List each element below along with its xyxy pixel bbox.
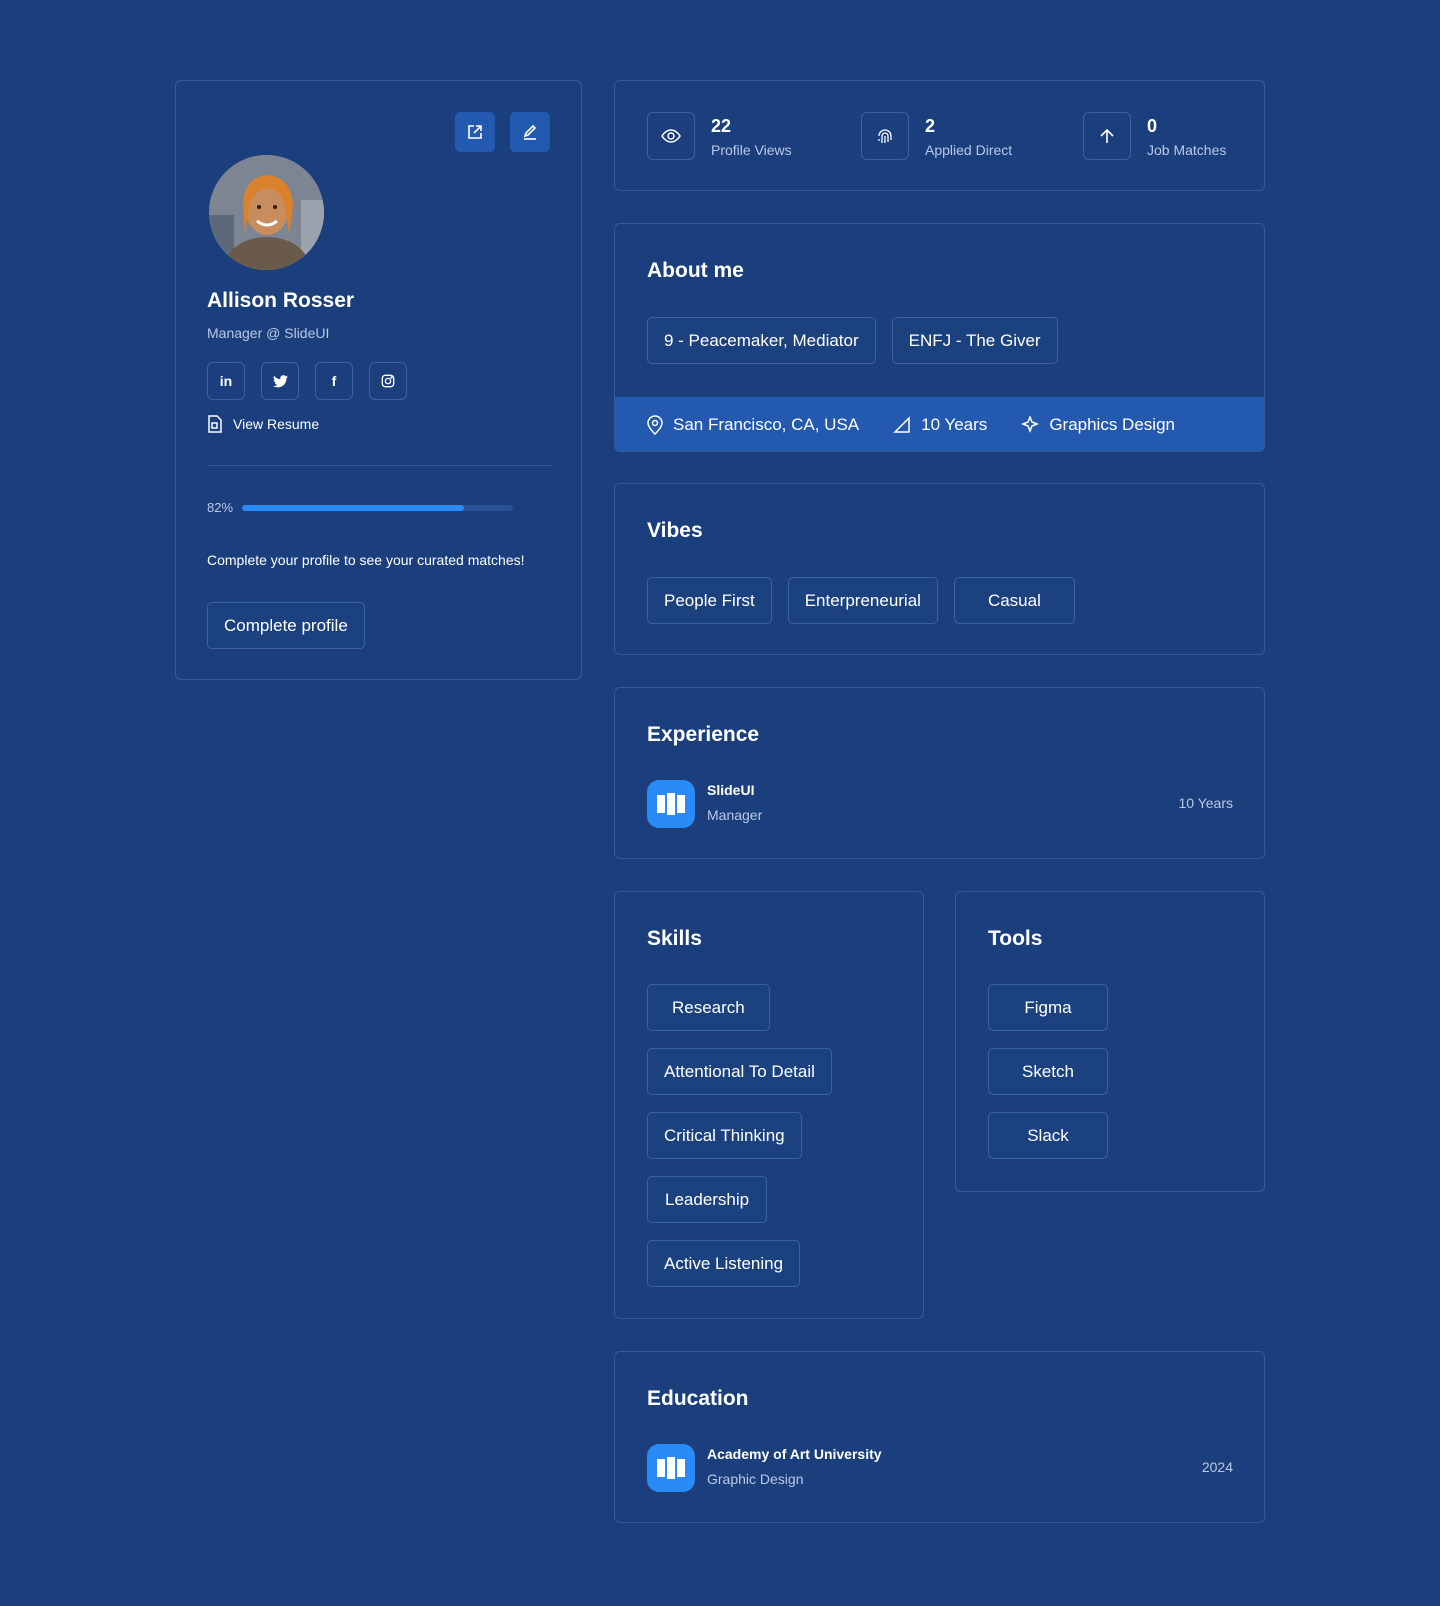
field-item: Graphics Design xyxy=(1021,415,1175,435)
tool-tag: Figma xyxy=(988,984,1108,1031)
stat-applied-direct-label: Applied Direct xyxy=(925,142,1013,158)
stat-profile-views-value: 22 xyxy=(711,116,732,136)
tool-tag: Slack xyxy=(988,1112,1108,1159)
linkedin-icon: in xyxy=(219,373,233,389)
tools-title: Tools xyxy=(988,927,1043,950)
company-logo xyxy=(647,780,695,828)
divider xyxy=(207,465,552,466)
profile-title: Manager @ SlideUI xyxy=(207,325,330,341)
tools-card: Tools Figma Sketch Slack xyxy=(955,891,1265,1192)
external-link-icon xyxy=(468,125,482,139)
tools-list: Figma Sketch Slack xyxy=(988,984,1108,1159)
edit-button[interactable] xyxy=(510,112,550,152)
twitter-icon xyxy=(272,374,288,387)
profile-progress: 82% xyxy=(207,500,514,515)
profile-prompt: Complete your profile to see your curate… xyxy=(207,552,525,568)
years-label: 10 Years xyxy=(921,415,988,434)
skill-tag: Leadership xyxy=(647,1176,768,1223)
arrow-up-icon xyxy=(1100,128,1114,143)
stat-job-matches-value: 0 xyxy=(1147,116,1158,136)
academy-logo-icon xyxy=(657,1457,685,1479)
skill-tag: Attentional To Detail xyxy=(647,1048,832,1095)
stats-card: 22 Profile Views 2 Applied Direct 0 Job … xyxy=(614,80,1265,191)
sparkle-icon xyxy=(1021,416,1040,434)
experience-title: Experience xyxy=(647,723,760,746)
profile-name: Allison Rosser xyxy=(207,289,355,312)
progress-fill xyxy=(242,504,465,511)
social-links: in f xyxy=(207,362,407,400)
about-card: About me 9 - Peacemaker, Mediator ENFJ -… xyxy=(614,223,1265,452)
map-pin-icon xyxy=(647,415,663,435)
progress-percent: 82% xyxy=(207,500,234,515)
location-item: San Francisco, CA, USA xyxy=(647,415,859,435)
stat-profile-views-icon-box xyxy=(647,112,695,160)
about-title: About me xyxy=(647,259,744,282)
skills-list: Research Attentional To Detail Critical … xyxy=(647,984,832,1287)
view-resume-link[interactable]: View Resume xyxy=(207,415,319,433)
linkedin-button[interactable]: in xyxy=(207,362,245,400)
about-tags: 9 - Peacemaker, Mediator ENFJ - The Give… xyxy=(647,317,1058,364)
company-name: SlideUI xyxy=(707,782,755,798)
company-role: Manager xyxy=(707,807,763,823)
vibes-title: Vibes xyxy=(647,519,703,542)
share-button[interactable] xyxy=(455,112,495,152)
personality-tag: 9 - Peacemaker, Mediator xyxy=(647,317,876,364)
skills-card: Skills Research Attentional To Detail Cr… xyxy=(614,891,924,1319)
experience-card: Experience SlideUI Manager 10 Years xyxy=(614,687,1265,859)
stat-profile-views-label: Profile Views xyxy=(711,142,792,158)
vibes-card: Vibes People First Enterpreneurial Casua… xyxy=(614,483,1265,655)
view-resume-label: View Resume xyxy=(233,416,320,432)
skill-tag: Active Listening xyxy=(647,1240,801,1287)
skill-tag: Critical Thinking xyxy=(647,1112,802,1159)
eye-icon xyxy=(661,129,681,143)
progress-track xyxy=(242,504,514,511)
years-item: 10 Years xyxy=(893,415,987,435)
skills-title: Skills xyxy=(647,927,702,950)
instagram-icon xyxy=(381,374,395,388)
school-name: Academy of Art University xyxy=(707,1446,882,1462)
education-card: Education Academy of Art University Grap… xyxy=(614,1351,1265,1523)
vibe-tag: Casual xyxy=(953,577,1075,624)
school-logo xyxy=(647,1444,695,1492)
stat-job-matches-icon-box xyxy=(1083,112,1131,160)
pencil-icon xyxy=(523,124,537,140)
skill-tag: Research xyxy=(647,984,770,1031)
stat-applied-direct-icon-box xyxy=(861,112,909,160)
vibe-tag: People First xyxy=(647,577,772,624)
field-label: Graphics Design xyxy=(1049,415,1175,434)
profile-card: Allison Rosser Manager @ SlideUI in f Vi… xyxy=(175,80,582,680)
education-title: Education xyxy=(647,1387,749,1410)
tool-tag: Sketch xyxy=(988,1048,1108,1095)
experience-duration: 10 Years xyxy=(1178,795,1234,811)
complete-profile-button[interactable]: Complete profile xyxy=(207,602,365,649)
about-info-bar: San Francisco, CA, USA 10 Years Graphics… xyxy=(615,397,1264,451)
ruler-triangle-icon xyxy=(893,416,910,433)
personality-tag: ENFJ - The Giver xyxy=(891,317,1058,364)
stat-applied-direct-value: 2 xyxy=(925,116,936,136)
document-icon xyxy=(208,415,222,433)
facebook-icon: f xyxy=(331,373,337,389)
facebook-button[interactable]: f xyxy=(315,362,353,400)
fingerprint-icon xyxy=(878,129,892,143)
avatar xyxy=(209,155,324,270)
slideui-logo-icon xyxy=(657,793,685,815)
vibe-tag: Enterpreneurial xyxy=(787,577,938,624)
degree-name: Graphic Design xyxy=(707,1471,804,1487)
location-label: San Francisco, CA, USA xyxy=(673,415,860,434)
vibes-tags: People First Enterpreneurial Casual xyxy=(647,577,1075,624)
twitter-button[interactable] xyxy=(261,362,299,400)
instagram-button[interactable] xyxy=(369,362,407,400)
stat-job-matches-label: Job Matches xyxy=(1147,142,1227,158)
graduation-year: 2024 xyxy=(1201,1459,1233,1475)
